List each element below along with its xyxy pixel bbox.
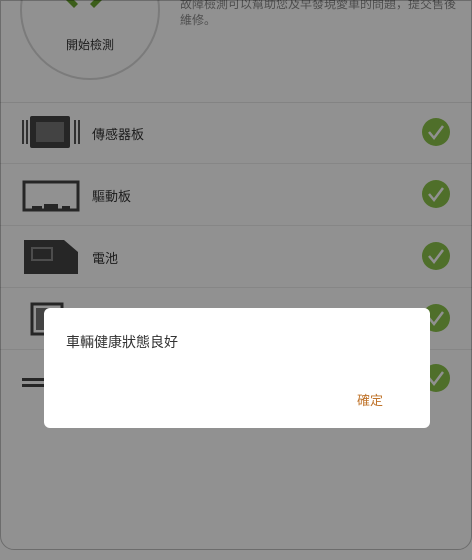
- confirm-button[interactable]: 確定: [340, 384, 400, 414]
- modal-overlay[interactable]: [0, 0, 472, 560]
- health-status-dialog: 車輛健康狀態良好 確定: [44, 308, 430, 428]
- dialog-message: 車輛健康狀態良好: [66, 335, 178, 351]
